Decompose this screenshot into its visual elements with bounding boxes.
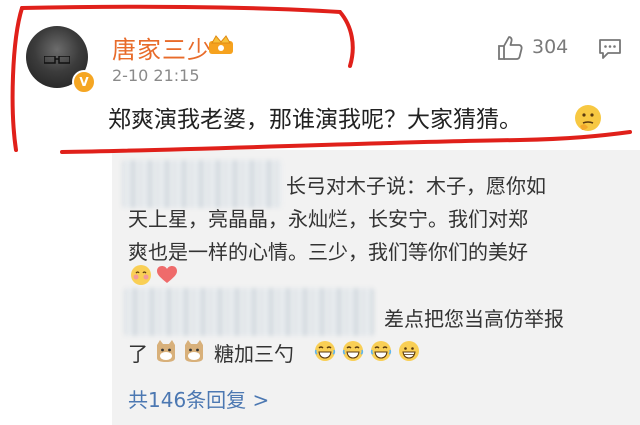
reply-text: 了 — [128, 342, 148, 366]
post-text: 郑爽演我老婆，那谁演我呢？大家猜猜。 — [108, 107, 522, 133]
laughing-emoji — [342, 341, 364, 361]
verified-badge-icon: V — [72, 70, 96, 94]
crown-badge-icon — [209, 35, 233, 54]
cat-emoji — [157, 340, 175, 362]
reply-author[interactable]: 长弓对木子说： — [286, 174, 426, 198]
thinking-emoji — [575, 105, 601, 131]
like-count: 304 — [532, 36, 569, 58]
reply-author[interactable]: 糖加三勺 — [214, 338, 294, 367]
cat-emoji — [185, 340, 203, 362]
reply-text-line: 天上星，亮晶晶，永灿烂，长安宁。我们对郑 — [128, 207, 528, 231]
reply-text-line: 爽也是一样的心情。三少，我们等你们的美好 — [128, 240, 528, 264]
blurred-username — [124, 288, 374, 336]
reply-item: 长弓对木子说：木子，愿你如 天上星，亮晶晶，永灿烂，长安宁。我们对郑 爽也是一样… — [128, 170, 628, 269]
username[interactable]: 唐家三少 — [112, 30, 212, 65]
reply-text: 木子，愿你如 — [426, 174, 546, 198]
reply-text: 差点把您当高仿举报 — [384, 307, 564, 331]
grinning-emoji — [399, 341, 419, 361]
glasses-icon — [44, 56, 70, 64]
more-replies-link[interactable]: 共146条回复 > — [128, 384, 269, 413]
weibo-post-screen: V 唐家三少 2-10 21:15 304 郑爽演我老婆，那谁演我呢？大家猜猜。… — [0, 0, 640, 425]
post-timestamp: 2-10 21:15 — [112, 66, 200, 85]
comment-icon[interactable] — [598, 38, 622, 60]
thumbs-up-icon[interactable] — [496, 34, 524, 62]
blush-emoji — [131, 265, 151, 285]
laughing-emoji — [314, 341, 336, 361]
laughing-emoji — [370, 341, 392, 361]
heart-icon — [157, 266, 177, 283]
